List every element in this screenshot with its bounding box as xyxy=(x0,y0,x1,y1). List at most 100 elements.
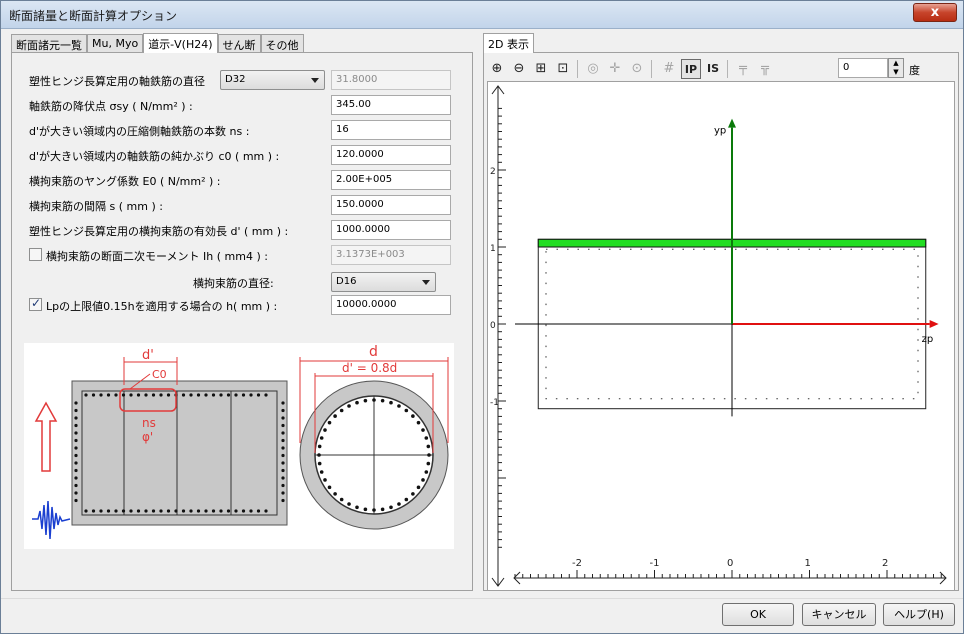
h-checkbox[interactable] xyxy=(29,296,42,311)
tie-diameter-select[interactable]: D16 xyxy=(331,272,436,292)
rebar-dot xyxy=(129,393,133,397)
rebar-dot xyxy=(99,393,103,397)
tab-other[interactable]: その他 xyxy=(260,34,304,52)
e0-field[interactable]: 2.00E+005 xyxy=(331,170,451,190)
bar-alt-icon: ╦ xyxy=(761,61,769,76)
rebar-dot xyxy=(159,393,163,397)
angle-input[interactable]: 0 xyxy=(838,58,888,78)
rebar-dot xyxy=(317,444,322,449)
rebar-diameter-select[interactable]: D32 xyxy=(220,70,325,90)
rebar-dot xyxy=(226,509,231,513)
rebar-dot xyxy=(91,393,96,397)
label-d-prime: d' xyxy=(142,348,154,363)
rebar-dot xyxy=(74,431,78,435)
rebar-dot xyxy=(323,478,327,482)
rebar-dot xyxy=(363,398,368,403)
row-rebar-diameter: 塑性ヒンジ長算定用の軸鉄筋の直径 D32 31.8000 xyxy=(29,70,459,90)
label-e0: 横拘束筋のヤング係数 E0 ( N/mm² ) : xyxy=(29,175,221,188)
rebar-dot xyxy=(339,408,344,413)
ih-field: 3.1373E+003 xyxy=(331,245,451,265)
section-s-icon[interactable]: IS xyxy=(703,59,723,79)
rebar-dot xyxy=(372,398,376,402)
help-button[interactable]: ヘルプ(H) xyxy=(883,603,955,626)
label-ih: 横拘束筋の断面二次モーメント Ih ( mm4 ) : xyxy=(46,250,268,263)
section-p-icon[interactable]: IP xyxy=(681,59,701,79)
tab-road-spec[interactable]: 道示-V(H24) xyxy=(143,33,218,53)
zoom-in-icon[interactable]: ⊕ xyxy=(487,59,507,79)
rebar-dot xyxy=(281,483,285,488)
rebar-dot xyxy=(74,468,78,473)
rebar-dot xyxy=(144,393,148,397)
yield-field[interactable]: 345.00 xyxy=(331,95,451,115)
spacing-field[interactable]: 150.0000 xyxy=(331,195,451,215)
tab-section-list[interactable]: 断面諸元一覧 xyxy=(11,34,87,52)
grid-icon[interactable]: # xyxy=(659,59,679,79)
rebar-dot xyxy=(281,423,285,428)
section-illustration: d' C0 ns φ' d d' = 0.8d xyxy=(24,343,454,549)
window-zoom-icon[interactable]: ⊡ xyxy=(553,59,573,79)
rebar-dot xyxy=(317,453,321,457)
rebar-dot xyxy=(74,453,78,458)
load-arrow-icon xyxy=(34,401,58,472)
y-axis-arrow-icon xyxy=(728,118,736,128)
rebar-dot xyxy=(204,509,208,513)
ok-button[interactable]: OK xyxy=(722,603,794,626)
section-plot-svg: -1 0 1 2 -2 -1 0 1 2 yp zp xyxy=(490,85,947,587)
zoom-out-icon[interactable]: ⊖ xyxy=(509,59,529,79)
chevron-down-icon xyxy=(311,78,319,83)
effective-length-field[interactable]: 1000.0000 xyxy=(331,220,451,240)
tie-diameter-value: D16 xyxy=(336,276,357,287)
rebar-dot xyxy=(219,393,223,397)
rebar-dot xyxy=(347,502,351,506)
rebar-dot xyxy=(372,508,376,512)
rebar-dot xyxy=(114,509,118,513)
rebar-dot xyxy=(74,461,78,465)
rebar-dot xyxy=(319,436,324,440)
z-axis-arrow-icon xyxy=(929,320,939,328)
rebar-dot xyxy=(404,408,409,413)
rebar-dot xyxy=(333,414,337,418)
ns-field[interactable]: 16 xyxy=(331,120,451,140)
rebar-dot xyxy=(84,509,88,513)
rebar-dot xyxy=(189,509,193,513)
label-c0: d'が大きい領域内の軸鉄筋の純かぶり c0 ( mm ) : xyxy=(29,150,280,163)
center-icon: ⊙ xyxy=(631,61,643,76)
ih-checkbox[interactable] xyxy=(29,248,42,261)
rebar-dot xyxy=(159,509,163,513)
view3d-icon: ◎ xyxy=(587,61,599,76)
rebar-dot xyxy=(249,509,253,513)
rebar-dot xyxy=(166,393,171,397)
fit-icon[interactable]: ⊞ xyxy=(531,59,551,79)
rebar-dot xyxy=(355,400,359,405)
rebar-dot xyxy=(99,509,103,513)
row-e0: 横拘束筋のヤング係数 E0 ( N/mm² ) : 2.00E+005 xyxy=(29,170,459,190)
rebar-dot xyxy=(333,492,337,496)
tab-2d-view[interactable]: 2D 表示 xyxy=(483,33,534,53)
tab-mu-myo[interactable]: Mu, Myo xyxy=(87,34,144,52)
tab-shear[interactable]: せん断 xyxy=(217,34,261,52)
rebar-dot xyxy=(196,393,201,397)
angle-spinner[interactable]: ▲ ▼ xyxy=(888,58,904,78)
h-field[interactable]: 10000.0000 xyxy=(331,295,451,315)
rebar-dot xyxy=(389,400,393,405)
close-button[interactable]: x xyxy=(913,3,957,22)
rebar-dot xyxy=(281,476,285,480)
label-ns-fig: ns xyxy=(142,416,156,430)
rebar-dot xyxy=(74,408,78,413)
rebar-dot xyxy=(281,498,285,503)
row-spacing: 横拘束筋の間隔 s ( mm ) : 150.0000 xyxy=(29,195,459,215)
seismic-wave-icon xyxy=(32,500,71,540)
rebar-dot xyxy=(404,497,409,502)
c0-field[interactable]: 120.0000 xyxy=(331,145,451,165)
rebar-dot xyxy=(355,505,359,510)
row-ih: 横拘束筋の断面二次モーメント Ih ( mm4 ) : 3.1373E+003 xyxy=(29,245,459,265)
label-d-eq-fig: d' = 0.8d xyxy=(342,361,397,375)
toolbar-separator xyxy=(577,60,578,78)
rebar-dot xyxy=(129,509,133,513)
cancel-button[interactable]: キャンセル xyxy=(802,603,876,626)
row-yield: 軸鉄筋の降伏点 σsy ( N/mm² ) : 345.00 xyxy=(29,95,459,115)
rebar-dot xyxy=(74,438,78,443)
right-tabs: 2D 表示 xyxy=(483,33,534,53)
illustration-svg: d' C0 ns φ' d d' = 0.8d xyxy=(32,344,449,540)
y-tick-label: 0 xyxy=(490,321,496,331)
